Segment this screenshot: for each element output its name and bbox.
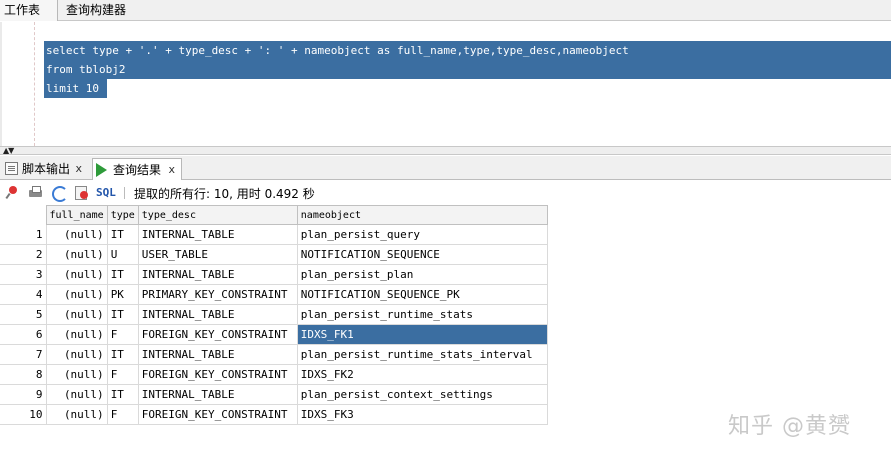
cell-type-desc[interactable]: USER_TABLE (138, 244, 298, 265)
cell-type[interactable]: IT (107, 224, 139, 245)
table-row[interactable]: 2 (null) U USER_TABLE NOTIFICATION_SEQUE… (0, 244, 548, 265)
cell-full-name[interactable]: (null) (46, 264, 108, 285)
close-icon[interactable]: x (75, 158, 82, 180)
code-line-2[interactable]: from tblobj2 (44, 60, 125, 79)
cell-type[interactable]: IT (107, 344, 139, 365)
cell-full-name[interactable]: (null) (46, 364, 108, 385)
editor-gutter (0, 22, 2, 146)
cell-full-name[interactable]: (null) (46, 244, 108, 265)
result-grid[interactable]: full_name type type_desc nameobject 1 (n… (0, 205, 548, 425)
table-row[interactable]: 5 (null) IT INTERNAL_TABLE plan_persist_… (0, 304, 548, 325)
pin-icon[interactable] (6, 185, 21, 200)
column-header-nameobject[interactable]: nameobject (297, 205, 548, 225)
cell-type[interactable]: IT (107, 264, 139, 285)
column-header-type[interactable]: type (107, 205, 139, 225)
table-row[interactable]: 10 (null) F FOREIGN_KEY_CONSTRAINT IDXS_… (0, 404, 548, 425)
result-toolbar: SQL 提取的所有行: 10, 用时 0.492 秒 (0, 181, 891, 205)
code-line-1[interactable]: select type + '.' + type_desc + ': ' + n… (44, 41, 629, 60)
table-row[interactable]: 4 (null) PK PRIMARY_KEY_CONSTRAINT NOTIF… (0, 284, 548, 305)
refresh-icon[interactable] (51, 185, 68, 202)
cell-nameobject[interactable]: plan_persist_context_settings (297, 384, 548, 405)
table-row[interactable]: 9 (null) IT INTERNAL_TABLE plan_persist_… (0, 384, 548, 405)
toolbar-divider (124, 187, 125, 199)
row-number-header (0, 205, 47, 225)
table-row[interactable]: 8 (null) F FOREIGN_KEY_CONSTRAINT IDXS_F… (0, 364, 548, 385)
cell-nameobject[interactable]: NOTIFICATION_SEQUENCE (297, 244, 548, 265)
cell-nameobject[interactable]: plan_persist_runtime_stats_interval (297, 344, 548, 365)
cell-full-name[interactable]: (null) (46, 284, 108, 305)
fetch-status-text: 提取的所有行: 10, 用时 0.492 秒 (134, 187, 315, 201)
tab-worksheet[interactable]: 工作表 (0, 0, 58, 21)
tab-script-output[interactable]: 脚本输出 x (2, 158, 88, 180)
cell-type-desc[interactable]: INTERNAL_TABLE (138, 344, 298, 365)
row-number[interactable]: 8 (0, 364, 47, 385)
cell-type[interactable]: PK (107, 284, 139, 305)
pane-splitter[interactable]: ▲▼ (0, 146, 891, 155)
cell-type-desc[interactable]: INTERNAL_TABLE (138, 224, 298, 245)
table-row[interactable]: 7 (null) IT INTERNAL_TABLE plan_persist_… (0, 344, 548, 365)
selection-highlight (44, 60, 891, 79)
cell-nameobject-selected[interactable]: IDXS_FK1 (297, 324, 548, 345)
cell-type-desc[interactable]: FOREIGN_KEY_CONSTRAINT (138, 404, 298, 425)
sql-editor[interactable]: select type + '.' + type_desc + ': ' + n… (0, 22, 891, 146)
cell-type[interactable]: U (107, 244, 139, 265)
tab-query-result[interactable]: 查询结果 x (92, 158, 182, 180)
cell-type[interactable]: F (107, 404, 139, 425)
cell-nameobject[interactable]: plan_persist_plan (297, 264, 548, 285)
cell-type-desc[interactable]: INTERNAL_TABLE (138, 264, 298, 285)
row-number[interactable]: 10 (0, 404, 47, 425)
table-row[interactable]: 3 (null) IT INTERNAL_TABLE plan_persist_… (0, 264, 548, 285)
cell-type[interactable]: IT (107, 384, 139, 405)
tab-query-builder[interactable]: 查询构建器 (62, 0, 130, 21)
cell-type[interactable]: F (107, 364, 139, 385)
row-number[interactable]: 6 (0, 324, 47, 345)
row-number[interactable]: 1 (0, 224, 47, 245)
code-line-3[interactable]: limit 10 (44, 79, 99, 98)
cell-full-name[interactable]: (null) (46, 304, 108, 325)
table-row[interactable]: 1 (null) IT INTERNAL_TABLE plan_persist_… (0, 224, 548, 245)
cell-type[interactable]: F (107, 324, 139, 345)
cell-full-name[interactable]: (null) (46, 404, 108, 425)
print-icon[interactable] (28, 185, 43, 200)
script-output-icon (5, 162, 18, 175)
cell-full-name[interactable]: (null) (46, 224, 108, 245)
row-number[interactable]: 2 (0, 244, 47, 265)
cell-full-name[interactable]: (null) (46, 344, 108, 365)
cell-nameobject[interactable]: IDXS_FK2 (297, 364, 548, 385)
sql-button[interactable]: SQL (96, 186, 116, 199)
output-tab-bar: 脚本输出 x 查询结果 x (0, 156, 891, 180)
cell-type-desc[interactable]: FOREIGN_KEY_CONSTRAINT (138, 324, 298, 345)
cell-full-name[interactable]: (null) (46, 384, 108, 405)
cell-nameobject[interactable]: plan_persist_query (297, 224, 548, 245)
row-number[interactable]: 4 (0, 284, 47, 305)
watermark: 知乎 @黄赟 (728, 414, 851, 439)
cell-nameobject[interactable]: plan_persist_runtime_stats (297, 304, 548, 325)
cell-type-desc[interactable]: INTERNAL_TABLE (138, 384, 298, 405)
cell-nameobject[interactable]: IDXS_FK3 (297, 404, 548, 425)
close-icon[interactable]: x (168, 159, 175, 181)
cell-nameobject[interactable]: NOTIFICATION_SEQUENCE_PK (297, 284, 548, 305)
cell-full-name[interactable]: (null) (46, 324, 108, 345)
column-header-full-name[interactable]: full_name (46, 205, 108, 225)
worksheet-tab-bar: 工作表 查询构建器 (0, 0, 891, 21)
grid-header-row: full_name type type_desc nameobject (0, 205, 548, 225)
tab-query-result-label: 查询结果 (113, 163, 162, 177)
export-icon[interactable] (74, 185, 89, 200)
table-row-selected[interactable]: 6 (null) F FOREIGN_KEY_CONSTRAINT IDXS_F… (0, 324, 548, 345)
cell-type[interactable]: IT (107, 304, 139, 325)
column-header-type-desc[interactable]: type_desc (138, 205, 298, 225)
run-icon (96, 163, 107, 177)
row-number[interactable]: 3 (0, 264, 47, 285)
row-number[interactable]: 9 (0, 384, 47, 405)
cell-type-desc[interactable]: FOREIGN_KEY_CONSTRAINT (138, 364, 298, 385)
row-number[interactable]: 7 (0, 344, 47, 365)
row-number[interactable]: 5 (0, 304, 47, 325)
tab-script-output-label: 脚本输出 (22, 162, 71, 176)
editor-margin-line (34, 22, 35, 146)
cell-type-desc[interactable]: PRIMARY_KEY_CONSTRAINT (138, 284, 298, 305)
collapse-arrows-icon[interactable]: ▲▼ (3, 146, 14, 155)
cell-type-desc[interactable]: INTERNAL_TABLE (138, 304, 298, 325)
